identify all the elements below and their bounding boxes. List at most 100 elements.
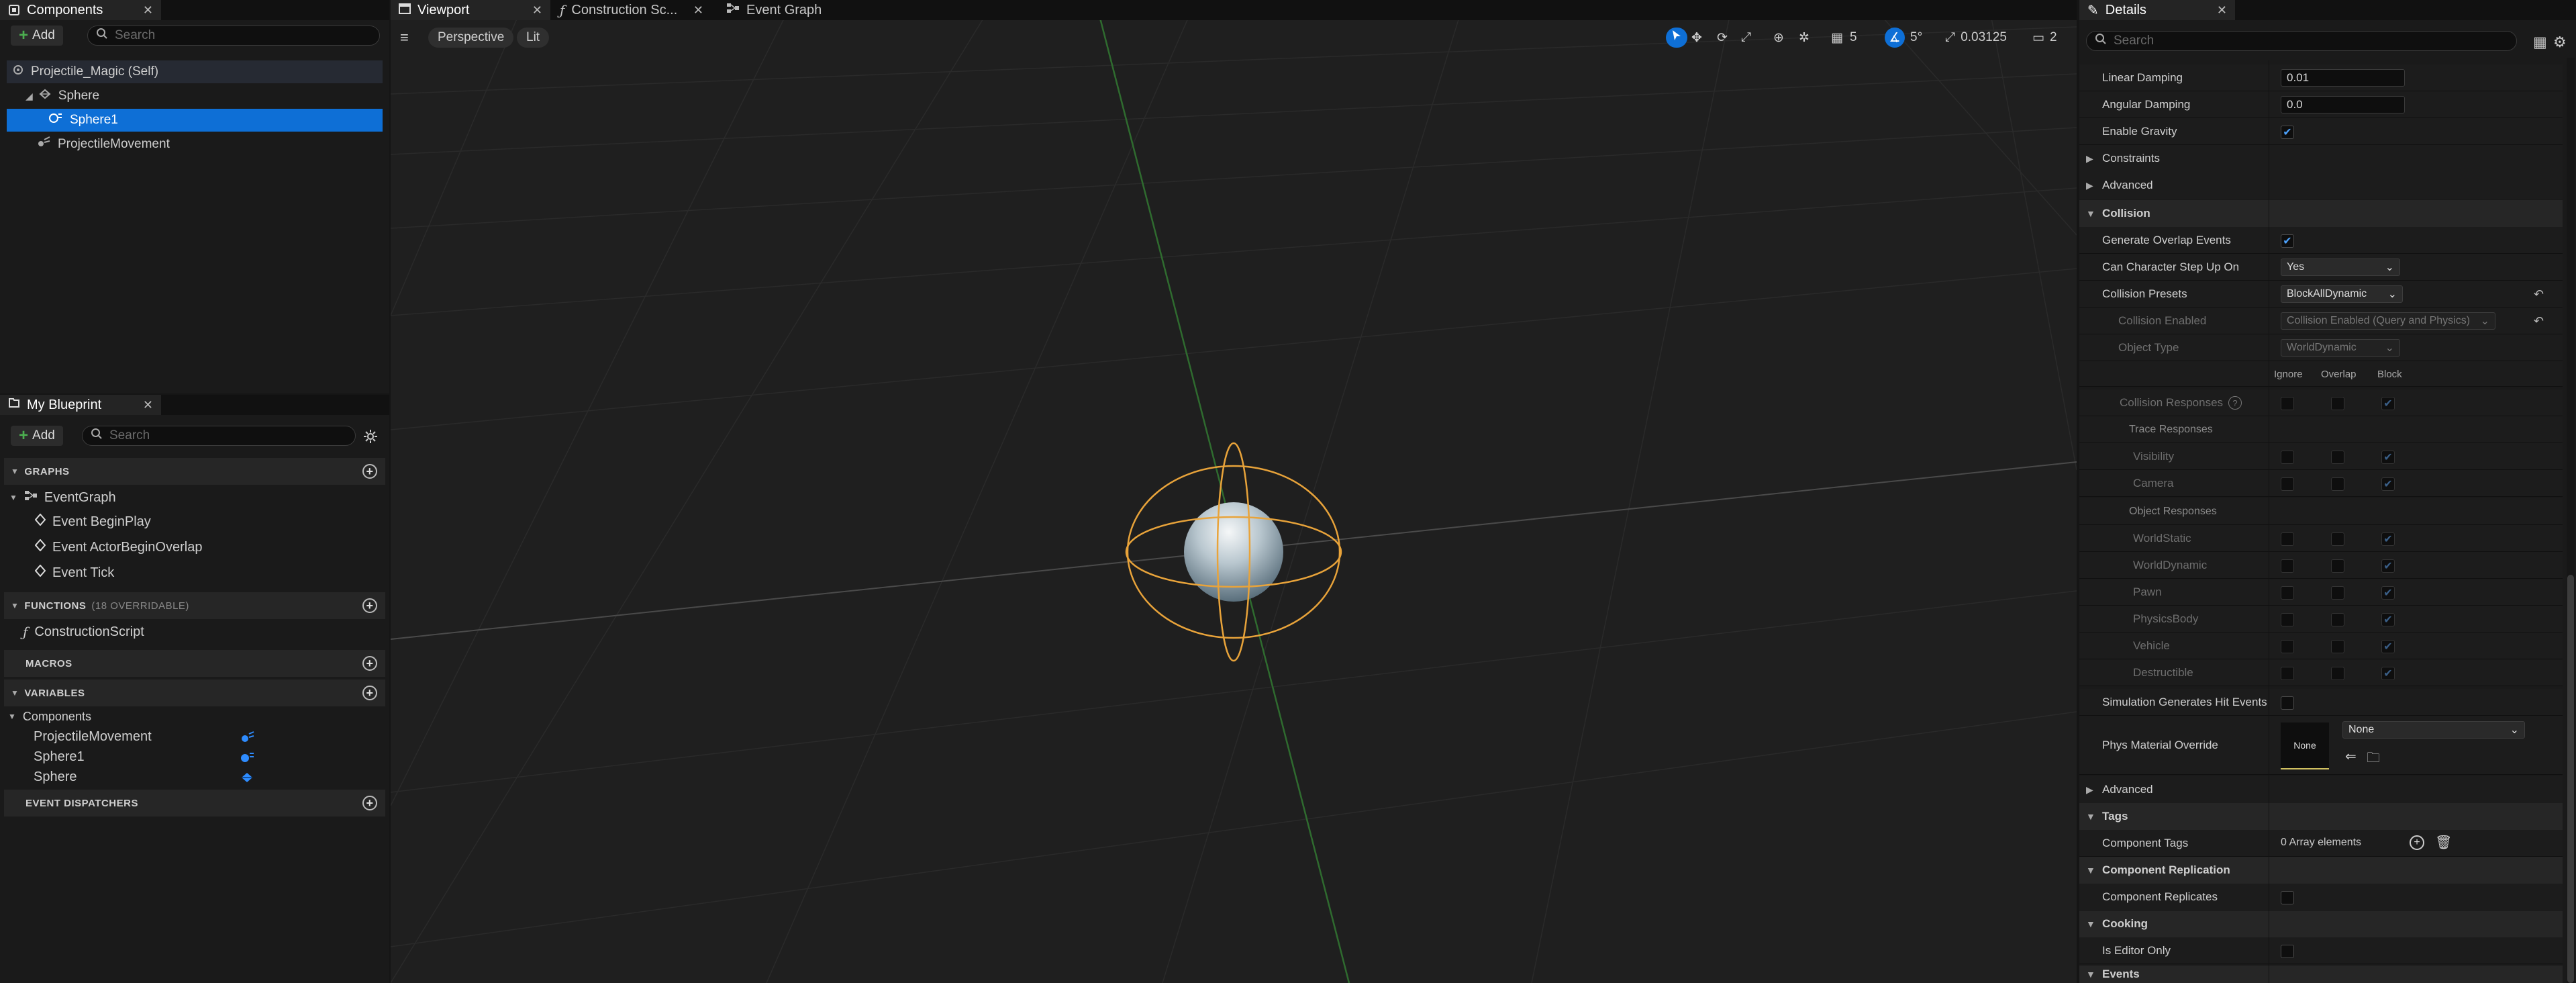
lighting-mode-button[interactable]: Lit	[517, 28, 550, 48]
collision-enabled-dropdown[interactable]: Collision Enabled (Query and Physics) ⌄	[2281, 312, 2495, 330]
channel-overlap-checkbox[interactable]	[2331, 586, 2344, 600]
channel-ignore-checkbox[interactable]	[2281, 559, 2294, 573]
viewport[interactable]: ≡ Perspective Lit ✥ ⟳ ⤢ ⊕ ✲ ▦ 5 ∡ 5° ⤢ 0…	[391, 0, 2077, 983]
details-scrollbar-thumb[interactable]	[2567, 575, 2574, 983]
channel-overlap-checkbox[interactable]	[2331, 613, 2344, 626]
help-icon[interactable]: ?	[2228, 396, 2242, 410]
close-icon[interactable]: ✕	[532, 3, 542, 17]
phys-material-dropdown[interactable]: None ⌄	[2342, 721, 2525, 739]
channel-block-checkbox[interactable]: ✔	[2381, 477, 2395, 491]
details-search-input[interactable]	[2114, 34, 2516, 48]
collision-ignore-checkbox[interactable]	[2281, 397, 2294, 410]
channel-block-checkbox[interactable]: ✔	[2381, 613, 2395, 626]
channel-block-checkbox[interactable]: ✔	[2381, 667, 2395, 680]
channel-overlap-checkbox[interactable]	[2331, 640, 2344, 653]
section-graphs[interactable]: ▼ GRAPHS +	[4, 458, 385, 485]
angular-damping-input[interactable]: 0.0	[2281, 96, 2405, 113]
view-mode-button[interactable]: Perspective	[428, 28, 514, 48]
tab-details[interactable]: ✎ Details ✕	[2079, 0, 2235, 20]
close-icon[interactable]: ✕	[2217, 3, 2227, 17]
blueprint-search-input[interactable]	[109, 428, 355, 443]
use-selected-asset-icon[interactable]: ⇐	[2345, 748, 2357, 765]
close-icon[interactable]: ✕	[143, 398, 153, 412]
add-macro-icon[interactable]: +	[362, 656, 377, 671]
close-icon[interactable]: ✕	[143, 3, 153, 17]
add-blueprint-item-button[interactable]: + Add	[11, 426, 63, 446]
add-graph-icon[interactable]: +	[362, 464, 377, 479]
graph-eventgraph[interactable]: ▼ EventGraph	[9, 486, 116, 509]
scale-mode-button[interactable]: ⤢	[1741, 28, 1751, 48]
channel-ignore-checkbox[interactable]	[2281, 613, 2294, 626]
category-component-replication[interactable]: ▼ Component Replication	[2079, 857, 2563, 884]
scale-snap-button[interactable]: ⤢ 0.03125	[1945, 28, 2007, 48]
function-constructionscript[interactable]: ƒ ConstructionScript	[23, 620, 144, 643]
channel-block-checkbox[interactable]: ✔	[2381, 640, 2395, 653]
category-constraints[interactable]: ▶ Constraints	[2079, 145, 2563, 172]
browse-asset-icon[interactable]: 🗀	[2367, 748, 2380, 771]
channel-block-checkbox[interactable]: ✔	[2381, 586, 2395, 600]
is-editor-only-checkbox[interactable]	[2281, 945, 2294, 958]
rotate-mode-button[interactable]: ⟳	[1717, 28, 1728, 48]
graph-event-beginplay[interactable]: Event BeginPlay	[34, 510, 151, 533]
tree-item-sphere[interactable]: ◢ Sphere	[7, 85, 383, 107]
gear-icon[interactable]	[362, 428, 379, 449]
select-mode-button[interactable]	[1666, 28, 1687, 48]
enable-gravity-checkbox[interactable]: ✔	[2281, 126, 2294, 139]
category-events[interactable]: ▼ Events	[2079, 966, 2563, 983]
step-up-dropdown[interactable]: Yes ⌄	[2281, 259, 2400, 276]
tree-item-projectilemovement[interactable]: ProjectileMovement	[7, 133, 383, 156]
collision-presets-dropdown[interactable]: BlockAllDynamic ⌄	[2281, 285, 2403, 303]
tab-construction-script[interactable]: ƒ Construction Sc... ✕	[552, 0, 711, 20]
tree-item-self[interactable]: Projectile_Magic (Self)	[7, 60, 383, 83]
channel-ignore-checkbox[interactable]	[2281, 640, 2294, 653]
category-tags[interactable]: ▼ Tags	[2079, 803, 2563, 830]
tab-components[interactable]: Components ✕	[0, 0, 161, 20]
expand-arrow-icon[interactable]: ◢	[26, 91, 33, 102]
section-event-dispatchers[interactable]: EVENT DISPATCHERS +	[4, 790, 385, 816]
gear-icon[interactable]: ⚙	[2553, 34, 2567, 51]
channel-ignore-checkbox[interactable]	[2281, 451, 2294, 464]
phys-material-thumbnail[interactable]: None	[2281, 722, 2329, 769]
channel-overlap-checkbox[interactable]	[2331, 667, 2344, 680]
tab-my-blueprint[interactable]: My Blueprint ✕	[0, 395, 161, 415]
components-search-input[interactable]	[115, 28, 379, 43]
add-component-button[interactable]: + Add	[11, 26, 63, 46]
trash-icon[interactable]: 🗑	[2435, 834, 2452, 851]
channel-block-checkbox[interactable]: ✔	[2381, 532, 2395, 546]
channel-overlap-checkbox[interactable]	[2331, 532, 2344, 546]
channel-ignore-checkbox[interactable]	[2281, 477, 2294, 491]
channel-block-checkbox[interactable]: ✔	[2381, 559, 2395, 573]
surface-snap-button[interactable]: ✲	[1799, 28, 1810, 48]
category-advanced-collision[interactable]: ▶ Advanced	[2079, 776, 2563, 803]
reset-arrow-icon[interactable]: ↶	[2534, 314, 2544, 328]
details-search[interactable]	[2086, 31, 2517, 51]
collision-block-checkbox[interactable]: ✔	[2381, 397, 2395, 410]
graph-event-actorbeginoverlap[interactable]: Event ActorBeginOverlap	[34, 536, 202, 559]
add-event-dispatcher-icon[interactable]: +	[362, 796, 377, 810]
generate-overlap-checkbox[interactable]: ✔	[2281, 234, 2294, 248]
object-type-dropdown[interactable]: WorldDynamic ⌄	[2281, 339, 2400, 357]
table-view-icon[interactable]: ▦	[2533, 34, 2547, 51]
category-advanced-physics[interactable]: ▶ Advanced	[2079, 172, 2563, 199]
channel-overlap-checkbox[interactable]	[2331, 477, 2344, 491]
close-icon[interactable]: ✕	[693, 3, 703, 17]
category-cooking[interactable]: ▼ Cooking	[2079, 910, 2563, 937]
components-search[interactable]	[87, 26, 380, 46]
camera-speed-button[interactable]: ▭ 2	[2032, 28, 2057, 48]
tab-viewport[interactable]: Viewport ✕	[391, 0, 550, 20]
section-macros[interactable]: MACROS +	[4, 650, 385, 677]
coordinate-space-button[interactable]: ⊕	[1773, 28, 1784, 48]
reset-arrow-icon[interactable]: ↶	[2534, 287, 2544, 301]
add-variable-icon[interactable]: +	[362, 686, 377, 700]
channel-overlap-checkbox[interactable]	[2331, 559, 2344, 573]
channel-ignore-checkbox[interactable]	[2281, 586, 2294, 600]
variable-sphere1[interactable]: Sphere1	[34, 745, 85, 768]
graph-event-tick[interactable]: Event Tick	[34, 561, 114, 584]
variables-category-components[interactable]: ▼ Components	[8, 705, 91, 728]
category-collision[interactable]: ▼ Collision	[2079, 200, 2563, 227]
grid-snap-button[interactable]: ▦ 5	[1831, 28, 1857, 48]
rotation-snap-button[interactable]: ∡ 5°	[1885, 28, 1922, 48]
variable-sphere[interactable]: Sphere	[34, 765, 77, 788]
section-functions[interactable]: ▼ FUNCTIONS (18 OVERRIDABLE) +	[4, 592, 385, 619]
channel-ignore-checkbox[interactable]	[2281, 532, 2294, 546]
